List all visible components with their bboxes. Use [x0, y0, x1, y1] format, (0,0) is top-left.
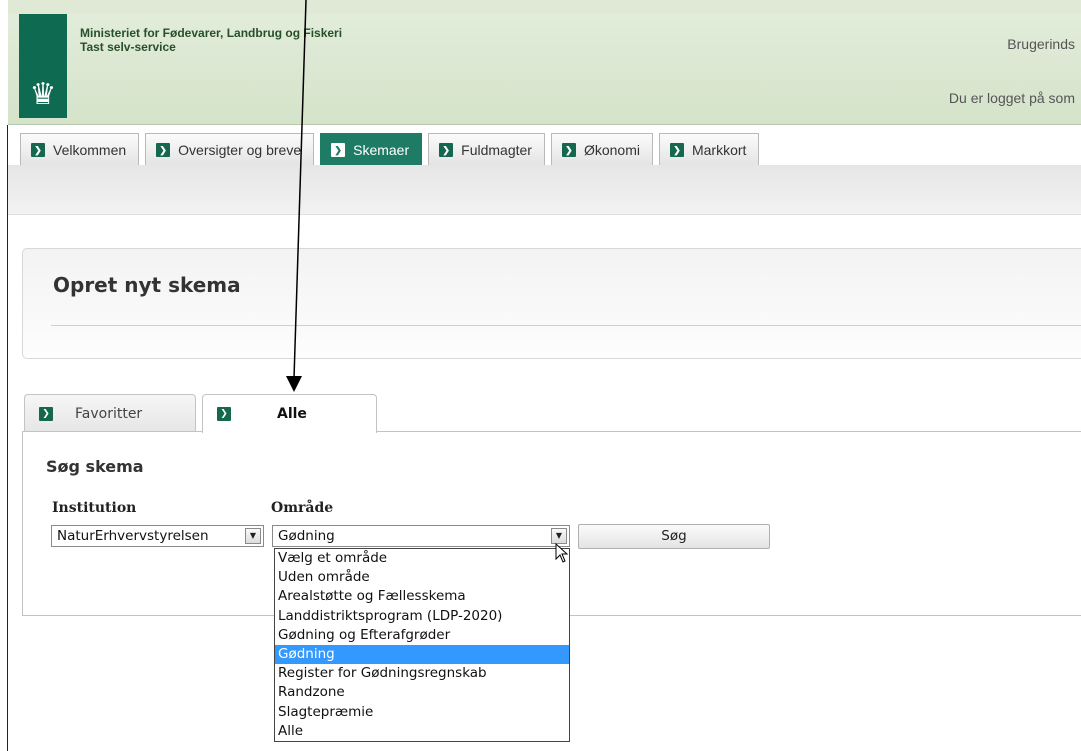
- tab-label: Økonomi: [583, 141, 640, 158]
- arrow-right-icon: ❯: [31, 142, 45, 157]
- dropdown-option[interactable]: Gødning: [275, 644, 569, 665]
- tab-label: Fuldmagter: [461, 141, 532, 158]
- ministry-name: Ministeriet for Fødevarer, Landbrug og F…: [80, 26, 342, 54]
- chevron-down-icon[interactable]: ▼: [245, 528, 261, 544]
- dropdown-option[interactable]: Gødning og Efterafgrøder: [275, 626, 569, 645]
- tab-favoritter[interactable]: ❯ Favoritter: [24, 394, 196, 432]
- tab-oekonomi[interactable]: ❯ Økonomi: [550, 133, 653, 165]
- logo-bar: ♛: [19, 14, 67, 118]
- sub-nav-bar: [8, 165, 1081, 215]
- search-title: Søg skema: [46, 457, 144, 476]
- dropdown-option[interactable]: Alle: [275, 722, 569, 741]
- tab-label: Alle: [277, 406, 307, 422]
- chevron-down-icon[interactable]: ▼: [551, 528, 567, 544]
- site-header: ♛ Ministeriet for Fødevarer, Landbrug og…: [8, 0, 1081, 125]
- page-title: Opret nyt skema: [53, 273, 241, 297]
- logged-in-text: Du er logget på som: [948, 90, 1075, 106]
- divider: [51, 325, 1081, 326]
- arrow-right-icon: ❯: [217, 407, 231, 421]
- search-button[interactable]: Søg: [578, 524, 770, 549]
- tab-markkort[interactable]: ❯ Markkort: [658, 133, 760, 165]
- top-strip: [8, 0, 1081, 14]
- dropdown-option[interactable]: Vælg et område: [275, 549, 569, 568]
- tab-label: Velkommen: [53, 141, 127, 158]
- area-dropdown-list[interactable]: Vælg et område Uden område Arealstøtte og …: [274, 548, 570, 742]
- tab-label: Oversigter og breve: [178, 141, 302, 158]
- dropdown-option[interactable]: Randzone: [275, 683, 569, 702]
- area-label: Område: [271, 500, 334, 516]
- institution-value: NaturErhvervstyrelsen: [57, 528, 209, 544]
- arrow-right-icon: ❯: [669, 142, 684, 157]
- tab-label: Markkort: [691, 141, 747, 158]
- arrow-right-icon: ❯: [331, 142, 346, 157]
- institution-select[interactable]: NaturErhvervstyrelsen ▼: [51, 525, 264, 547]
- tab-alle[interactable]: ❯ Alle: [202, 394, 377, 433]
- arrow-right-icon: ❯: [439, 142, 454, 157]
- tab-velkommen[interactable]: ❯ Velkommen: [20, 133, 140, 165]
- main-tabs: ❯ Velkommen ❯ Oversigter og breve ❯ Skemaer…: [20, 133, 765, 165]
- area-select[interactable]: Gødning ▼: [272, 525, 570, 547]
- institution-label: Institution: [52, 500, 137, 516]
- tab-oversigter[interactable]: ❯ Oversigter og breve: [145, 133, 315, 165]
- crown-icon: ♛: [29, 77, 57, 112]
- dropdown-option[interactable]: Register for Gødningsregnskab: [275, 664, 569, 683]
- dropdown-option[interactable]: Slagtepræmie: [275, 703, 569, 722]
- user-info-link[interactable]: Brugerinds: [1007, 36, 1075, 52]
- ministry-line1: Ministeriet for Fødevarer, Landbrug og F…: [80, 26, 343, 40]
- dropdown-option[interactable]: Arealstøtte og Fællesskema: [275, 587, 569, 606]
- tab-skemaer[interactable]: ❯ Skemaer: [320, 133, 423, 165]
- tab-label: Skemaer: [353, 141, 410, 158]
- arrow-right-icon: ❯: [39, 406, 53, 421]
- dropdown-option[interactable]: Landdistriktsprogram (LDP-2020): [275, 607, 569, 626]
- tab-label: Favoritter: [75, 405, 143, 422]
- dropdown-option[interactable]: Uden område: [275, 568, 569, 587]
- area-value: Gødning: [278, 528, 335, 544]
- arrow-right-icon: ❯: [561, 142, 576, 157]
- arrow-right-icon: ❯: [156, 142, 171, 157]
- ministry-line2: Tast selv-service: [80, 40, 176, 54]
- mouse-cursor-icon: [555, 543, 569, 563]
- tab-fuldmagter[interactable]: ❯ Fuldmagter: [428, 133, 545, 165]
- page-title-box: Opret nyt skema: [22, 248, 1081, 359]
- annotation-line: [7, 125, 8, 751]
